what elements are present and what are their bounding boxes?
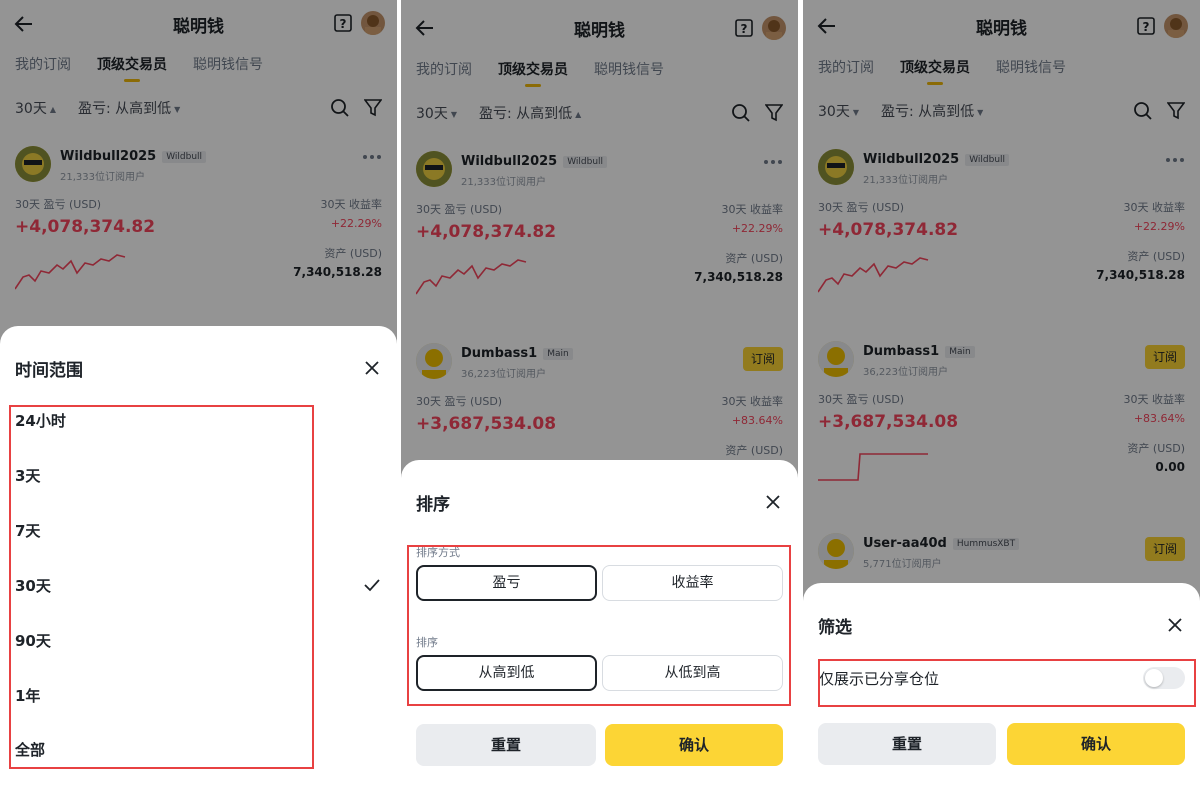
confirm-button[interactable]: 确认 [1007,723,1185,765]
time-range-sheet: 时间范围 24小时 3天 7天 30天 90天 1年 全部 [0,326,397,799]
filter-sheet: 筛选 仅展示已分享仓位 重置 确认 [803,583,1200,799]
highlight-box [9,405,314,769]
sheet-title: 时间范围 [15,361,83,381]
highlight-box [407,545,791,706]
close-icon[interactable] [1166,616,1184,634]
sort-sheet: 排序 排序方式 盈亏 收益率 排序 从高到低 从低到高 重置 确认 [401,460,798,799]
sheet-title: 筛选 [818,618,852,638]
panel-divider [798,0,802,799]
screen-filter: 聪明钱 ? 我的订阅 顶级交易员 聪明钱信号 30天 ▼ 盈亏: 从高到低 ▼ Wi… [803,0,1200,799]
screen-sort: 聪明钱 ? 我的订阅 顶级交易员 聪明钱信号 30天 ▼ 盈亏: 从高到低 ▲ Wi… [401,0,798,799]
close-icon[interactable] [764,493,782,511]
reset-button[interactable]: 重置 [818,723,996,765]
highlight-box [818,659,1196,707]
close-icon[interactable] [363,359,381,377]
screen-time-range: 聪明钱 ? 我的订阅 顶级交易员 聪明钱信号 30天 ▲ 盈亏: 从高到低 ▼ Wi… [0,0,397,799]
confirm-button[interactable]: 确认 [605,724,783,766]
check-icon [364,579,380,592]
reset-button[interactable]: 重置 [416,724,596,766]
sheet-title: 排序 [416,495,450,515]
